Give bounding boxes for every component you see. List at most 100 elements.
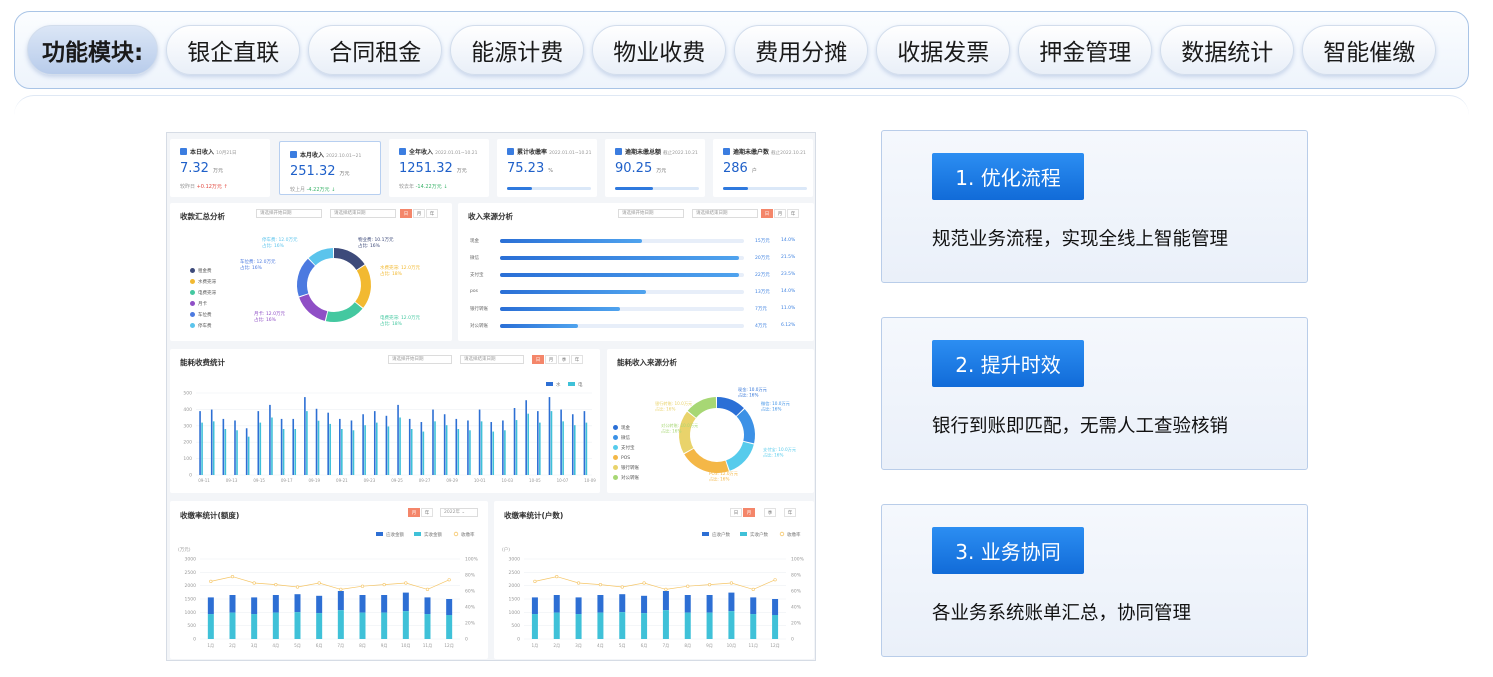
module-tab-deposit[interactable]: 押金管理 bbox=[1018, 25, 1153, 75]
water-bar bbox=[408, 418, 411, 475]
actual-bar bbox=[402, 611, 409, 639]
stat-value: 251.32 bbox=[290, 164, 336, 179]
y-tick-label: 1000 bbox=[509, 610, 521, 616]
electric-bar bbox=[410, 429, 413, 475]
electric-bar bbox=[457, 429, 460, 475]
module-tab-bank[interactable]: 银企直联 bbox=[166, 25, 301, 75]
y-tick-label: 0 bbox=[189, 473, 192, 479]
water-bar bbox=[513, 408, 516, 475]
electric-bar bbox=[387, 426, 390, 475]
module-tab-property-fee[interactable]: 物业收费 bbox=[592, 25, 727, 75]
x-tick-label: 10月 bbox=[401, 643, 411, 649]
target-bar bbox=[294, 594, 301, 613]
water-bar bbox=[199, 411, 201, 475]
callout-value: 车位费: 12.0万元 bbox=[240, 258, 276, 265]
panel-title: 收入来源分析 bbox=[468, 212, 513, 221]
callout-percent: 占比: 16% bbox=[262, 242, 285, 249]
target-bar bbox=[402, 592, 409, 612]
x-tick-label: 10-09 bbox=[584, 478, 596, 483]
legend-label: 收缴率 bbox=[787, 531, 801, 538]
electric-bar bbox=[375, 422, 378, 475]
electric-bar bbox=[504, 430, 506, 475]
module-tab-contract-rent[interactable]: 合同租金 bbox=[308, 25, 443, 75]
actual-bar bbox=[553, 612, 560, 639]
stat-date: 10月21日 bbox=[216, 151, 237, 156]
module-tab-statistics[interactable]: 数据统计 bbox=[1160, 25, 1295, 75]
y2-tick-label: 20% bbox=[465, 621, 476, 627]
water-bar bbox=[362, 414, 364, 475]
rate-point bbox=[729, 581, 734, 585]
source-row-track bbox=[500, 307, 744, 311]
x-tick-label: 7月 bbox=[337, 643, 344, 649]
source-row-percent: 23.5% bbox=[781, 272, 796, 277]
legend-marker bbox=[779, 531, 785, 537]
y-tick-label: 1000 bbox=[185, 610, 197, 616]
actual-bar bbox=[575, 614, 582, 639]
period-day[interactable]: 日 bbox=[761, 209, 773, 218]
collection-rate-count-chart: 应收户数 实收户数 收缴率 (户) 3000 2500 2000 1500 1000 500 0 10… bbox=[502, 531, 805, 649]
module-tab-cost-allocation[interactable]: 费用分摊 bbox=[734, 25, 869, 75]
rate-point bbox=[382, 582, 386, 587]
electric-bar bbox=[282, 429, 285, 475]
electric-bar bbox=[527, 413, 529, 475]
energy-source-donut-chart: 现金: 10.0万元占比: 16%微信: 10.0万元占比: 16%支付宝: 1… bbox=[655, 386, 796, 483]
water-bar bbox=[525, 400, 527, 475]
source-row-amount: 7万元 bbox=[755, 307, 767, 312]
period-month[interactable]: 月 bbox=[774, 209, 786, 218]
source-row-percent: 21.5% bbox=[781, 255, 796, 260]
y-tick-label: 500 bbox=[511, 623, 520, 629]
legend-swatch bbox=[376, 532, 383, 536]
y-tick-label: 3000 bbox=[509, 557, 521, 563]
module-tab-smart-reminder[interactable]: 智能催缴 bbox=[1302, 25, 1437, 75]
water-bar bbox=[245, 428, 248, 475]
module-tab-receipt-invoice[interactable]: 收据发票 bbox=[876, 25, 1011, 75]
actual-bar bbox=[728, 611, 735, 639]
stat-date: 2022.10.01~21 bbox=[326, 154, 362, 159]
wallet-icon bbox=[615, 148, 622, 155]
electric-bar bbox=[573, 425, 576, 475]
source-row-amount: 22万元 bbox=[755, 273, 770, 278]
x-tick-label: 09-21 bbox=[336, 478, 348, 483]
rate-point bbox=[209, 579, 213, 583]
income-source-panel: 收入来源分析 请选择开始日期 请选择结束日期 日 月 年 现金 15万元 14.0%… bbox=[458, 203, 814, 341]
x-tick-label: 11月 bbox=[423, 643, 433, 649]
actual-bar bbox=[446, 615, 453, 639]
legend-label: 收缴率 bbox=[461, 531, 475, 538]
energy-source-slice bbox=[684, 448, 729, 473]
content-frame-top bbox=[14, 95, 1469, 119]
end-date-input[interactable]: 请选择结束日期 bbox=[692, 209, 758, 218]
electric-bar bbox=[212, 421, 215, 475]
stat-date: 截止2022.10.21 bbox=[663, 151, 698, 156]
y2-tick-label: 100% bbox=[791, 557, 805, 563]
y2-tick-label: 40% bbox=[791, 605, 802, 611]
x-tick-label: 5月 bbox=[294, 643, 301, 649]
stat-label: 本日收入 bbox=[190, 149, 215, 156]
y2-tick-label: 80% bbox=[791, 573, 802, 579]
stat-unit: % bbox=[548, 168, 553, 174]
water-bar bbox=[292, 418, 295, 475]
callout-percent: 占比: 16% bbox=[709, 476, 729, 483]
stat-card-overdue-count: 逾期未缴户数 截止2022.10.21 286 户 bbox=[713, 139, 813, 197]
callout-percent: 占比: 16% bbox=[358, 242, 381, 249]
source-row-label: pos bbox=[470, 289, 478, 294]
rate-point bbox=[664, 587, 668, 591]
x-tick-label: 09-13 bbox=[226, 478, 238, 483]
y2-tick-label: 20% bbox=[791, 621, 802, 627]
legend-label: 实收户数 bbox=[750, 531, 768, 538]
x-tick-label: 09-11 bbox=[198, 478, 210, 483]
start-date-input[interactable]: 请选择开始日期 bbox=[618, 209, 684, 218]
stat-date: 2022.01.01~10.21 bbox=[435, 151, 478, 156]
actual-bar bbox=[597, 612, 604, 639]
source-row-fill bbox=[500, 256, 740, 260]
home-icon bbox=[723, 148, 730, 155]
rate-point bbox=[533, 579, 537, 583]
water-bar bbox=[210, 409, 213, 475]
y-tick-label: 2500 bbox=[185, 570, 197, 576]
legend-label: 水 bbox=[556, 381, 561, 388]
rate-point bbox=[773, 578, 777, 582]
x-tick-label: 09-27 bbox=[419, 478, 431, 483]
module-tab-energy-billing[interactable]: 能源计费 bbox=[450, 25, 585, 75]
period-year[interactable]: 年 bbox=[787, 209, 799, 218]
x-tick-label: 09-19 bbox=[308, 478, 320, 483]
y2-tick-label: 0 bbox=[465, 637, 468, 643]
